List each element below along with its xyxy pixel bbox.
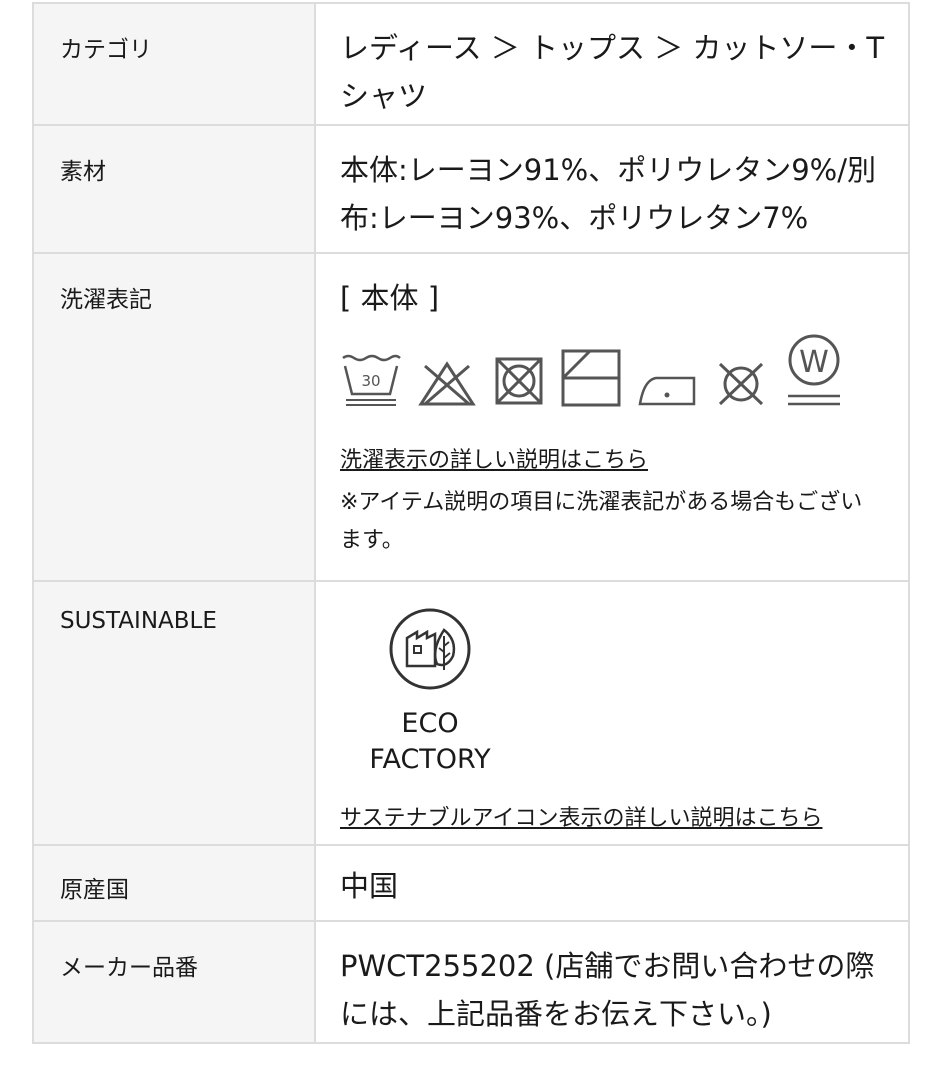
low-iron-icon xyxy=(638,376,696,406)
drip-dry-shade-icon xyxy=(561,349,621,407)
no-dry-clean-icon xyxy=(718,362,764,406)
spec-row-category: カテゴリ レディース ＞ トップス ＞ カットソー・Tシャツ xyxy=(32,2,910,126)
eco-factory-badge: ECO FACTORY xyxy=(340,602,520,778)
eco-factory-text: ECO FACTORY xyxy=(369,708,491,775)
category-label: カテゴリ xyxy=(32,2,316,126)
care-detail-link[interactable]: 洗濯表示の詳しい説明はこちら xyxy=(340,446,888,476)
wet-clean-icon: W xyxy=(788,334,840,406)
spec-row-origin: 原産国 中国 xyxy=(32,844,910,922)
spec-row-material: 素材 本体:レーヨン91%、ポリウレタン9%/別布:レーヨン93%、ポリウレタン… xyxy=(32,124,910,254)
origin-value: 中国 xyxy=(314,844,910,922)
material-label: 素材 xyxy=(32,124,316,254)
care-note: ※アイテム説明の項目に洗濯表記がある場合もございます。 xyxy=(340,490,863,553)
care-part-label: [ 本体 ] xyxy=(340,281,440,315)
maker-code-value: PWCT255202 (店舗でお問い合わせの際には、上記品番をお伝え下さい。) xyxy=(314,920,910,1044)
no-tumble-dry-icon xyxy=(495,357,543,405)
svg-text:W: W xyxy=(799,345,829,380)
wash-temp-text: 30 xyxy=(361,372,380,390)
material-value: 本体:レーヨン91%、ポリウレタン9%/別布:レーヨン93%、ポリウレタン7% xyxy=(314,124,910,254)
spec-row-sustainable: SUSTAINABLE ECO FACTORY サステナブルアイコン表示の詳しい… xyxy=(32,580,910,846)
spec-row-maker-code: メーカー品番 PWCT255202 (店舗でお問い合わせの際には、上記品番をお伝… xyxy=(32,920,910,1044)
sustainable-value: ECO FACTORY サステナブルアイコン表示の詳しい説明はこちら xyxy=(314,580,910,846)
product-spec-table: カテゴリ レディース ＞ トップス ＞ カットソー・Tシャツ 素材 本体:レーヨ… xyxy=(32,2,910,1044)
spec-row-care: 洗濯表記 [ 本体 ] 30 W 洗濯表示の詳しい説明はこちら ※アイテム説明の… xyxy=(32,252,910,582)
sustainable-label: SUSTAINABLE xyxy=(32,580,316,846)
no-bleach-icon xyxy=(418,361,476,406)
category-value: レディース ＞ トップス ＞ カットソー・Tシャツ xyxy=(314,2,910,126)
maker-code-label: メーカー品番 xyxy=(32,920,316,1044)
sustainable-detail-link[interactable]: サステナブルアイコン表示の詳しい説明はこちら xyxy=(340,804,888,834)
origin-label: 原産国 xyxy=(32,844,316,922)
care-icons: 30 W xyxy=(340,334,888,408)
care-label: 洗濯表記 xyxy=(32,252,316,582)
eco-factory-icon xyxy=(389,608,471,690)
wash-30-gentle-icon: 30 xyxy=(342,354,401,406)
care-value: [ 本体 ] 30 W 洗濯表示の詳しい説明はこちら ※アイテム説明の項目に洗濯… xyxy=(314,252,910,582)
